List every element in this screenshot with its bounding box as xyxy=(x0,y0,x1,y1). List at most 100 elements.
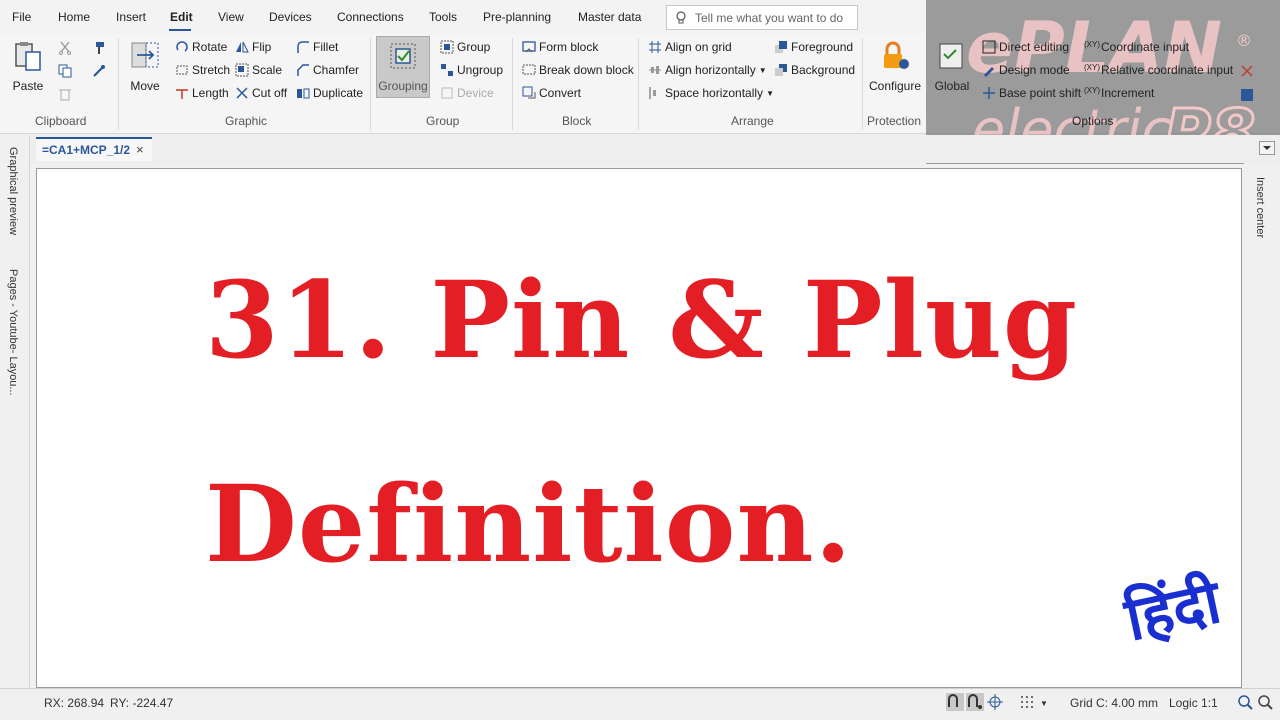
ungroup-icon xyxy=(441,64,453,76)
status-bar: RX: 268.94 RY: -224.47 ▼ Grid C: 4.00 mm… xyxy=(0,688,1280,720)
crosshair-icon[interactable] xyxy=(986,693,1004,711)
form-block-button[interactable]: Form block xyxy=(522,40,598,54)
move-label: Move xyxy=(130,79,160,93)
options-settings-icon[interactable] xyxy=(1240,88,1254,102)
menu-devices[interactable]: Devices xyxy=(269,10,312,24)
menu-pre-planning[interactable]: Pre-planning xyxy=(483,10,551,24)
fillet-button[interactable]: Fillet xyxy=(296,40,338,54)
menu-insert[interactable]: Insert xyxy=(116,10,146,24)
copy-icon[interactable] xyxy=(58,64,72,78)
chamfer-button[interactable]: Chamfer xyxy=(296,63,359,77)
menu-edit[interactable]: Edit xyxy=(170,10,193,24)
space-horizontally-button[interactable]: Space horizontally ▼ xyxy=(648,86,774,100)
chevron-down-icon[interactable]: ▼ xyxy=(1040,699,1048,708)
snap-icon[interactable] xyxy=(946,693,964,711)
snap-object-icon[interactable] xyxy=(966,693,984,711)
flip-button[interactable]: Flip xyxy=(235,40,271,54)
device-button[interactable]: Device xyxy=(440,86,494,100)
grouping-button[interactable]: Grouping xyxy=(376,36,430,98)
cut-off-button[interactable]: Cut off xyxy=(235,86,287,100)
length-button[interactable]: Length xyxy=(175,86,229,100)
move-button[interactable]: Move xyxy=(126,40,164,93)
fillet-icon xyxy=(297,41,309,53)
ribbon-separator xyxy=(370,38,371,130)
scale-icon xyxy=(235,63,249,77)
options-extra-icon[interactable] xyxy=(1240,64,1254,78)
cut-off-label: Cut off xyxy=(252,86,288,100)
search-placeholder: Tell me what you want to do xyxy=(695,11,844,25)
ry-coordinate: RY: -224.47 xyxy=(110,696,174,710)
design-mode-button[interactable]: Design mode xyxy=(982,63,1070,77)
global-button[interactable]: Global xyxy=(932,40,972,93)
group-button[interactable]: Group xyxy=(440,40,490,54)
tell-me-search[interactable]: Tell me what you want to do xyxy=(666,5,858,30)
grid-icon[interactable] xyxy=(1018,693,1036,711)
format-painter-icon[interactable] xyxy=(92,41,106,55)
chevron-down-icon: ▼ xyxy=(758,65,767,75)
document-tab-bar: =CA1+MCP_1/2 × xyxy=(0,135,1280,163)
space-horizontally-label: Space horizontally xyxy=(665,86,764,100)
duplicate-button[interactable]: Duplicate xyxy=(296,86,363,100)
xy-relative-icon: (XY) xyxy=(1084,63,1100,72)
direct-editing-button[interactable]: Direct editing xyxy=(982,40,1069,54)
relative-coordinate-input-button[interactable]: (XY) Relative coordinate input xyxy=(1084,63,1233,77)
stretch-button[interactable]: Stretch xyxy=(175,63,230,77)
insert-center-tab[interactable]: Insert center xyxy=(1254,177,1266,238)
menu-view[interactable]: View xyxy=(218,10,244,24)
close-icon[interactable]: × xyxy=(136,142,144,157)
menu-home[interactable]: Home xyxy=(58,10,90,24)
length-icon xyxy=(176,89,188,99)
chamfer-label: Chamfer xyxy=(313,63,360,77)
rx-coordinate: RX: 268.94 xyxy=(44,696,105,710)
scale-button[interactable]: Scale xyxy=(235,63,282,77)
rotate-button[interactable]: Rotate xyxy=(175,40,227,54)
coordinate-input-button[interactable]: (XY) Coordinate input xyxy=(1084,40,1189,54)
paste-button[interactable]: Paste xyxy=(8,40,48,93)
duplicate-label: Duplicate xyxy=(313,86,364,100)
right-side-panel: Insert center xyxy=(1244,163,1280,688)
rotate-label: Rotate xyxy=(192,40,228,54)
cut-icon[interactable] xyxy=(58,41,72,55)
zoom-fit-icon[interactable] xyxy=(1236,693,1254,711)
paste-icon xyxy=(15,42,41,71)
break-down-block-label: Break down block xyxy=(539,63,634,77)
base-point-shift-button[interactable]: Base point shift xyxy=(982,86,1081,100)
graphical-preview-tab[interactable]: Graphical preview xyxy=(7,147,19,235)
relative-coordinate-input-label: Relative coordinate input xyxy=(1101,63,1234,77)
block-group-label: Block xyxy=(562,114,592,128)
increment-button[interactable]: (XY) Increment xyxy=(1084,86,1154,100)
base-point-shift-icon xyxy=(983,87,995,99)
base-point-shift-label: Base point shift xyxy=(999,86,1082,100)
ungroup-label: Ungroup xyxy=(457,63,504,77)
delete-icon[interactable] xyxy=(58,87,72,101)
background-label: Background xyxy=(791,63,856,77)
clipboard-group-label: Clipboard xyxy=(35,114,87,128)
graphic-group-label: Graphic xyxy=(225,114,268,128)
zoom-icon[interactable] xyxy=(1256,693,1274,711)
ribbon-separator xyxy=(862,38,863,130)
convert-button[interactable]: Convert xyxy=(522,86,581,100)
document-tab[interactable]: =CA1+MCP_1/2 × xyxy=(36,137,152,161)
global-icon xyxy=(939,43,963,69)
menu-connections[interactable]: Connections xyxy=(337,10,404,24)
length-label: Length xyxy=(192,86,229,100)
ribbon-collapse-button[interactable] xyxy=(1259,141,1275,155)
duplicate-icon xyxy=(297,88,310,99)
pages-navigator-tab[interactable]: Pages - Youtube- Layou... xyxy=(7,269,19,396)
align-horizontally-button[interactable]: Align horizontally ▼ xyxy=(648,63,767,77)
menu-master-data[interactable]: Master data xyxy=(578,10,641,24)
background-button[interactable]: Background xyxy=(774,63,855,77)
menu-file[interactable]: File xyxy=(12,10,31,24)
device-label: Device xyxy=(457,86,494,100)
ungroup-button[interactable]: Ungroup xyxy=(440,63,503,77)
eyedropper-icon[interactable] xyxy=(92,64,106,78)
align-horizontally-icon xyxy=(649,66,661,74)
menu-tools[interactable]: Tools xyxy=(429,10,457,24)
configure-button[interactable]: Configure xyxy=(866,40,924,93)
convert-label: Convert xyxy=(539,86,582,100)
foreground-button[interactable]: Foreground xyxy=(774,40,853,54)
overlay-title-line1: 31. Pin & Plug xyxy=(205,257,1079,382)
drawing-canvas[interactable]: 31. Pin & Plug Definition. हिंदी xyxy=(36,168,1242,688)
align-on-grid-button[interactable]: Align on grid xyxy=(648,40,732,54)
break-down-block-button[interactable]: Break down block xyxy=(522,63,634,77)
